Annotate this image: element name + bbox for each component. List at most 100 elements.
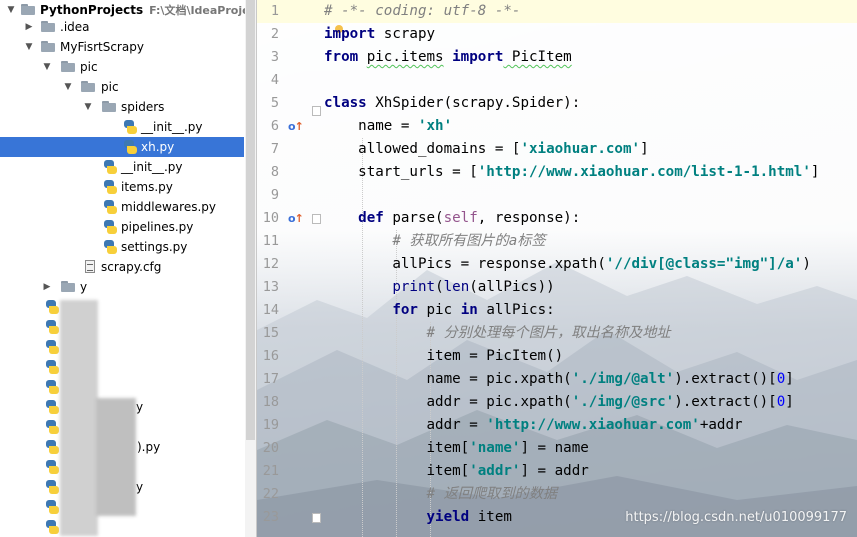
code-line-5[interactable]: class XhSpider(scrapy.Spider): bbox=[324, 92, 580, 115]
tree-item-label: .idea bbox=[60, 20, 90, 34]
line-number: 17 bbox=[262, 371, 279, 387]
line-number: 16 bbox=[262, 348, 279, 364]
tree-item-pic-init[interactable]: __init__.py bbox=[0, 157, 244, 177]
tree-item-label: pic bbox=[80, 60, 98, 74]
tree-item-pipelines-py[interactable]: pipelines.py bbox=[0, 217, 244, 237]
line-number: 4 bbox=[270, 72, 279, 88]
override-marker-icon[interactable]: o↑ bbox=[288, 115, 304, 138]
tree-item-obscured[interactable] bbox=[0, 357, 244, 377]
tree-item-pic-package[interactable]: ▼ pic bbox=[0, 77, 244, 97]
tree-item-y-folder[interactable]: ▶ y bbox=[0, 277, 244, 297]
tree-item-scrapy-cfg[interactable]: scrapy.cfg bbox=[0, 257, 244, 277]
line-number: 2 bbox=[270, 26, 279, 42]
tree-item-myfirstscrapy[interactable]: ▼ MyFisrtScrapy bbox=[0, 37, 244, 57]
tree-item-label: spiders bbox=[121, 100, 165, 114]
code-line-12[interactable]: allPics = response.xpath('//div[@class="… bbox=[324, 253, 811, 276]
tree-item-settings-py[interactable]: settings.py bbox=[0, 237, 244, 257]
python-file-icon bbox=[122, 140, 138, 154]
tree-item-middlewares-py[interactable]: middlewares.py bbox=[0, 197, 244, 217]
folder-icon bbox=[80, 80, 96, 94]
tree-item-pic[interactable]: ▼ pic bbox=[0, 57, 244, 77]
line-number: 7 bbox=[270, 141, 279, 157]
code-line-17[interactable]: name = pic.xpath('./img/@alt').extract()… bbox=[324, 368, 793, 391]
code-editor[interactable]: 1 2 3 4 5 6 7 8 9 10 11 12 13 14 15 16 17 18 19 20 21 22 23 o↑… bbox=[257, 0, 857, 537]
tree-item-spiders[interactable]: ▼ spiders bbox=[0, 97, 244, 117]
code-line-13[interactable]: print(len(allPics)) bbox=[324, 276, 554, 299]
chevron-right-icon[interactable]: ▶ bbox=[24, 17, 34, 37]
python-file-icon bbox=[44, 380, 60, 394]
line-number: 9 bbox=[270, 187, 279, 203]
fold-marker-icon[interactable] bbox=[312, 214, 321, 224]
tree-item-label: xh.py bbox=[141, 140, 175, 154]
tree-item-label: items.py bbox=[121, 180, 173, 194]
line-number: 21 bbox=[262, 463, 279, 479]
tree-scrollbar-thumb[interactable] bbox=[246, 0, 255, 440]
line-number: 12 bbox=[262, 256, 279, 272]
tree-item-obscured[interactable] bbox=[0, 337, 244, 357]
tree-item-obscured[interactable] bbox=[0, 377, 244, 397]
line-number: 1 bbox=[270, 3, 279, 19]
code-line-10[interactable]: def parse(self, response): bbox=[324, 207, 580, 230]
python-file-icon bbox=[44, 480, 60, 494]
project-tree-panel: ▼ PythonProjects F:\文档\IdeaProjects\Py ▶ … bbox=[0, 0, 257, 537]
config-file-icon bbox=[82, 260, 98, 274]
tree-item-obscured[interactable] bbox=[0, 317, 244, 337]
python-file-icon bbox=[44, 400, 60, 414]
tree-item-items-py[interactable]: items.py bbox=[0, 177, 244, 197]
python-file-icon bbox=[44, 420, 60, 434]
folder-icon bbox=[60, 280, 76, 294]
code-line-3[interactable]: from pic.items import PicItem bbox=[324, 46, 572, 69]
code-line-7[interactable]: allowed_domains = ['xiaohuar.com'] bbox=[324, 138, 648, 161]
code-line-8[interactable]: start_urls = ['http://www.xiaohuar.com/l… bbox=[324, 161, 819, 184]
tree-item-obscured[interactable] bbox=[0, 517, 244, 537]
python-file-icon bbox=[44, 460, 60, 474]
code-line-14[interactable]: for pic in allPics: bbox=[324, 299, 554, 322]
code-line-15[interactable]: # 分别处理每个图片，取出名称及地址 bbox=[324, 322, 670, 345]
code-line-23[interactable]: yield item bbox=[324, 506, 512, 529]
tree-item-fragment: ).py bbox=[137, 440, 161, 454]
python-file-icon bbox=[44, 500, 60, 514]
tree-item-label: __init__.py bbox=[121, 160, 183, 174]
line-number: 11 bbox=[262, 233, 279, 249]
redaction-blur bbox=[60, 300, 98, 536]
tree-item-label: scrapy.cfg bbox=[101, 260, 162, 274]
python-file-icon bbox=[102, 160, 118, 174]
code-line-21[interactable]: item['addr'] = addr bbox=[324, 460, 588, 483]
folder-icon bbox=[101, 100, 117, 114]
code-line-16[interactable]: item = PicItem() bbox=[324, 345, 563, 368]
python-file-icon bbox=[102, 240, 118, 254]
folder-icon bbox=[60, 60, 76, 74]
chevron-right-icon[interactable]: ▶ bbox=[42, 277, 52, 297]
tree-item-spiders-init[interactable]: __init__.py bbox=[0, 117, 244, 137]
code-line-6[interactable]: name = 'xh' bbox=[324, 115, 452, 138]
chevron-down-icon[interactable]: ▼ bbox=[24, 37, 34, 57]
python-file-icon bbox=[44, 360, 60, 374]
fold-marker-icon[interactable] bbox=[312, 106, 321, 116]
code-line-22[interactable]: # 返回爬取到的数据 bbox=[324, 483, 557, 506]
chevron-down-icon[interactable]: ▼ bbox=[63, 77, 73, 97]
tree-item-fragment: y bbox=[136, 400, 144, 414]
code-line-2[interactable]: import scrapy bbox=[324, 23, 435, 46]
python-file-icon bbox=[122, 120, 138, 134]
code-line-20[interactable]: item['name'] = name bbox=[324, 437, 588, 460]
tree-item-xh-py[interactable]: xh.py bbox=[0, 137, 244, 157]
tree-root-label: PythonProjects bbox=[40, 3, 144, 17]
python-file-icon bbox=[102, 200, 118, 214]
folder-icon bbox=[20, 3, 36, 17]
line-number: 15 bbox=[262, 325, 279, 341]
fold-marker-icon[interactable] bbox=[312, 513, 321, 523]
line-number: 22 bbox=[262, 486, 279, 502]
code-line-19[interactable]: addr = 'http://www.xiaohuar.com'+addr bbox=[324, 414, 742, 437]
redaction-blur bbox=[96, 398, 136, 516]
override-marker-icon[interactable]: o↑ bbox=[288, 207, 304, 230]
tree-item-label: pic bbox=[101, 80, 119, 94]
tree-item-idea[interactable]: ▶ .idea bbox=[0, 17, 244, 37]
code-line-18[interactable]: addr = pic.xpath('./img/@src').extract()… bbox=[324, 391, 793, 414]
chevron-down-icon[interactable]: ▼ bbox=[83, 97, 93, 117]
tree-item-label: MyFisrtScrapy bbox=[60, 40, 144, 54]
chevron-down-icon[interactable]: ▼ bbox=[42, 57, 52, 77]
code-line-1[interactable]: # -*- coding: utf-8 -*- bbox=[324, 0, 520, 23]
tree-item-obscured[interactable] bbox=[0, 297, 244, 317]
code-line-11[interactable]: # 获取所有图片的a标签 bbox=[324, 230, 545, 253]
line-number: 13 bbox=[262, 279, 279, 295]
